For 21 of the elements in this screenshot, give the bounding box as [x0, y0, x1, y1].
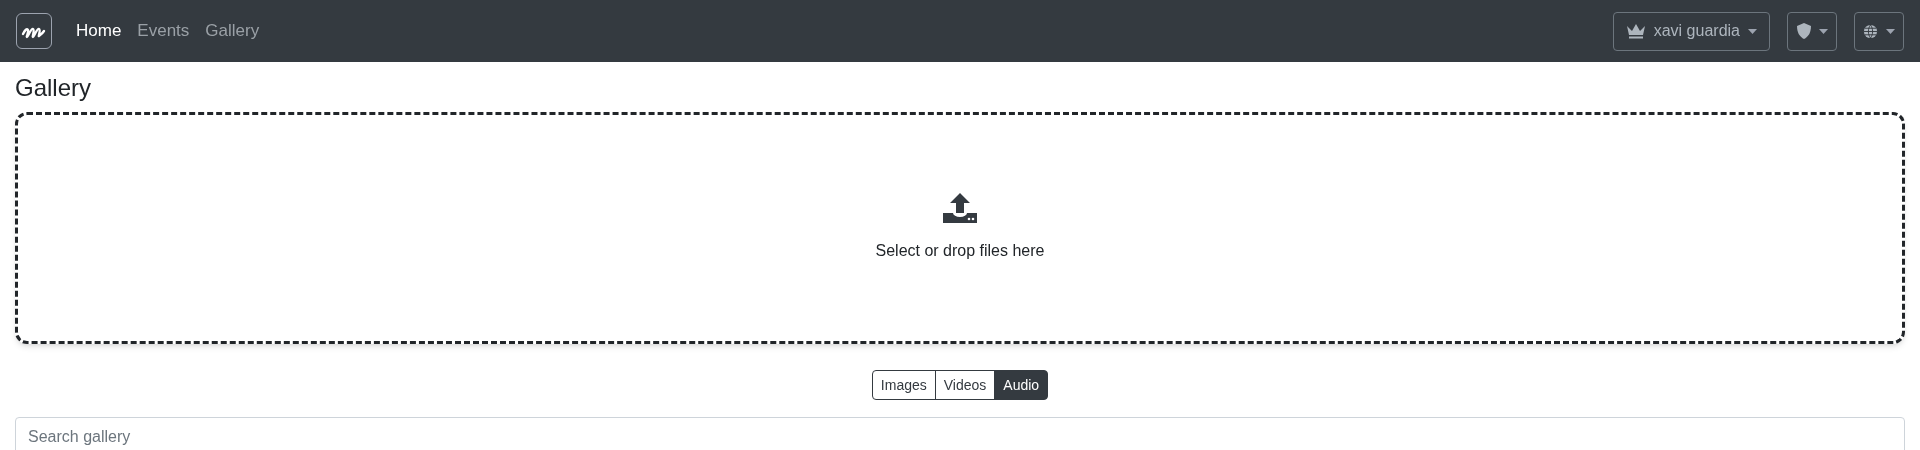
user-menu-button[interactable]: xavi guardia [1612, 11, 1770, 51]
logo-icon[interactable] [16, 13, 52, 49]
page-title: Gallery [15, 76, 93, 100]
nav-link[interactable]: Events [137, 18, 190, 44]
crown-icon [1625, 23, 1646, 39]
nav-link[interactable]: Home [76, 18, 122, 44]
caret-icon [1748, 28, 1757, 34]
search-field[interactable]: Search gallery [15, 417, 1905, 450]
caret-icon [1818, 28, 1828, 34]
upload-icon [943, 193, 977, 225]
shield-icon [1796, 23, 1811, 39]
filter-tab[interactable]: Images [871, 370, 936, 400]
caret-icon [1886, 28, 1895, 34]
shield-menu-button[interactable] [1787, 11, 1837, 51]
dropzone-text: Select or drop files here [875, 241, 1045, 261]
nav-link[interactable]: Gallery [205, 18, 260, 44]
filter-tab[interactable]: Audio [994, 370, 1049, 400]
language-menu-button[interactable] [1854, 11, 1904, 51]
filter-tab[interactable]: Videos [934, 370, 996, 400]
file-dropzone[interactable]: Select or drop files here [15, 112, 1905, 344]
globe-icon [1863, 23, 1878, 39]
